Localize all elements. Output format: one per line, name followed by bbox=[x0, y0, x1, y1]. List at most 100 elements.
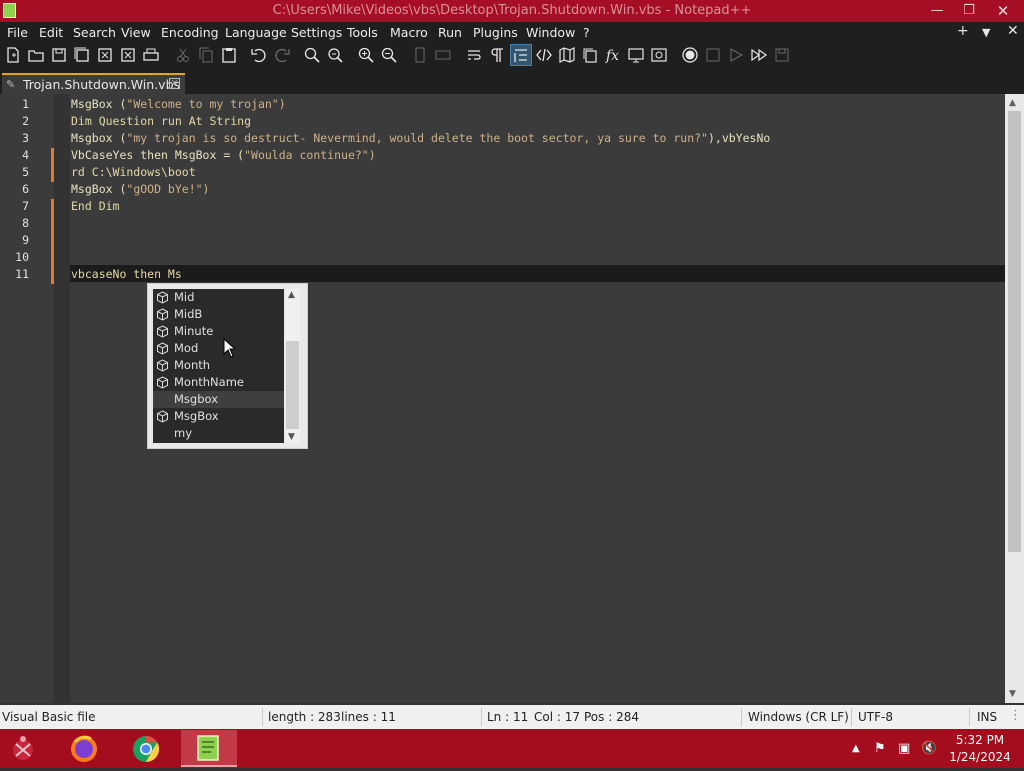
clock-date[interactable]: 1/24/2024 bbox=[940, 750, 1020, 764]
menu-help[interactable]: ? bbox=[583, 25, 590, 40]
current-line-highlight bbox=[70, 265, 1005, 282]
play-macro-icon bbox=[727, 46, 745, 64]
notepadpp-icon[interactable] bbox=[181, 730, 237, 767]
start-icon[interactable] bbox=[4, 730, 42, 767]
status-divider bbox=[262, 708, 263, 726]
minimize-button[interactable]: — bbox=[921, 0, 953, 22]
autocomplete-item[interactable]: MidB bbox=[153, 306, 284, 323]
line-number: 9 bbox=[22, 233, 29, 247]
status-insert-mode[interactable]: INS bbox=[977, 710, 997, 724]
status-eol[interactable]: Windows (CR LF) bbox=[748, 710, 849, 724]
run-macro-multiple-icon[interactable] bbox=[750, 46, 768, 64]
scroll-up-icon[interactable]: ▲ bbox=[288, 290, 295, 300]
tab-trojan-shutdown-win-vbs[interactable]: ✎ Trojan.Shutdown.Win.vbs ✕ bbox=[2, 73, 185, 94]
token: Msgbox ( bbox=[71, 131, 127, 145]
menu-encoding[interactable]: Encoding bbox=[161, 25, 219, 40]
menu-macro[interactable]: Macro bbox=[390, 25, 428, 40]
plus-icon[interactable]: + bbox=[957, 23, 969, 39]
autocomplete-item[interactable]: MsgBox bbox=[153, 408, 284, 425]
function-cube-icon bbox=[157, 325, 168, 338]
new-file-icon[interactable] bbox=[4, 46, 22, 64]
undo-icon[interactable] bbox=[250, 46, 268, 64]
xml-tag-icon[interactable] bbox=[535, 46, 553, 64]
autocomplete-item-label: MidB bbox=[174, 307, 203, 321]
autocomplete-item[interactable]: Minute bbox=[153, 323, 284, 340]
volume-muted-icon[interactable]: 🔇 bbox=[921, 741, 937, 756]
function-list-icon[interactable]: fx bbox=[604, 46, 622, 64]
line-number: 6 bbox=[22, 182, 29, 196]
menu-search[interactable]: Search bbox=[73, 25, 116, 40]
menu-view[interactable]: View bbox=[121, 25, 151, 40]
network-icon[interactable]: ▣ bbox=[898, 741, 910, 756]
tray-overflow-icon[interactable]: ▲ bbox=[852, 743, 860, 754]
token: "gOOD bYe!") bbox=[126, 182, 210, 196]
autocomplete-item[interactable]: MonthName bbox=[153, 374, 284, 391]
function-cube-icon bbox=[157, 376, 168, 389]
document-list-icon[interactable] bbox=[581, 46, 599, 64]
zoom-in-icon[interactable] bbox=[357, 46, 375, 64]
scroll-thumb[interactable] bbox=[286, 341, 299, 429]
firefox-icon[interactable] bbox=[65, 730, 103, 767]
editor-vertical-scrollbar[interactable]: ▲ ▼ bbox=[1005, 94, 1024, 703]
show-all-chars-icon[interactable] bbox=[488, 46, 506, 64]
replace-icon[interactable] bbox=[326, 46, 344, 64]
scroll-down-icon[interactable]: ▼ bbox=[288, 432, 295, 442]
autocomplete-scrollbar[interactable]: ▲ ▼ bbox=[285, 289, 300, 443]
menu-edit[interactable]: Edit bbox=[39, 25, 63, 40]
folder-workspace-icon[interactable] bbox=[627, 46, 645, 64]
autocomplete-item-label: Mid bbox=[174, 290, 195, 304]
close-icon[interactable]: ✕ bbox=[1007, 23, 1019, 39]
save-icon[interactable] bbox=[50, 46, 68, 64]
autocomplete-item[interactable]: Month bbox=[153, 357, 284, 374]
close-tab-icon[interactable]: ✕ bbox=[169, 78, 180, 89]
status-length: length : 283 bbox=[268, 710, 341, 724]
document-map-icon[interactable] bbox=[558, 46, 576, 64]
zoom-out-icon[interactable] bbox=[380, 46, 398, 64]
autocomplete-item[interactable]: Mid bbox=[153, 289, 284, 306]
menu-window[interactable]: Window bbox=[526, 25, 575, 40]
menu-tools[interactable]: Tools bbox=[347, 25, 378, 40]
chevron-down-icon[interactable]: ▼ bbox=[982, 26, 990, 39]
autocomplete-item-label: Mod bbox=[174, 341, 199, 355]
menu-file[interactable]: File bbox=[7, 25, 28, 40]
paste-icon[interactable] bbox=[220, 46, 238, 64]
function-cube-icon bbox=[157, 308, 168, 321]
save-all-icon[interactable] bbox=[73, 46, 91, 64]
close-window-button[interactable]: ✕ bbox=[985, 0, 1021, 22]
close-all-icon[interactable] bbox=[119, 46, 137, 64]
token: "Welcome to my trojan") bbox=[126, 97, 286, 111]
scroll-up-icon[interactable]: ▲ bbox=[1009, 98, 1016, 108]
flag-icon[interactable]: ⚑ bbox=[874, 741, 886, 756]
open-file-icon[interactable] bbox=[27, 46, 45, 64]
autocomplete-item-selected[interactable]: Msgbox bbox=[153, 391, 284, 408]
status-encoding[interactable]: UTF-8 bbox=[858, 710, 893, 724]
monitoring-icon[interactable] bbox=[650, 46, 668, 64]
record-macro-icon[interactable] bbox=[681, 46, 699, 64]
indent-guide-icon[interactable] bbox=[510, 44, 532, 66]
menu-plugins[interactable]: Plugins bbox=[473, 25, 518, 40]
status-divider bbox=[741, 708, 742, 726]
menu-language[interactable]: Language bbox=[225, 25, 287, 40]
autocomplete-item[interactable]: my bbox=[153, 425, 284, 442]
menu-settings[interactable]: Settings bbox=[291, 25, 342, 40]
status-line-number: Ln : 11 bbox=[487, 710, 529, 724]
close-file-icon[interactable] bbox=[96, 46, 114, 64]
resize-grip-icon[interactable]: ⋮ bbox=[1009, 708, 1022, 723]
scroll-thumb[interactable] bbox=[1008, 111, 1021, 552]
token: MsgBox ( bbox=[71, 182, 127, 196]
line-number-gutter: 1 2 3 4 5 6 7 8 9 10 11 bbox=[0, 94, 55, 703]
find-icon[interactable] bbox=[303, 46, 321, 64]
token: VbCaseYes then MsgBox = ( bbox=[71, 148, 245, 162]
maximize-button[interactable]: ❐ bbox=[953, 0, 985, 22]
line-number: 5 bbox=[22, 165, 29, 179]
chrome-icon[interactable] bbox=[127, 730, 165, 767]
clock-time[interactable]: 5:32 PM bbox=[940, 733, 1020, 747]
autocomplete-list: Mid MidB Minute Mod Month MonthName Msgb… bbox=[153, 289, 284, 443]
print-icon[interactable] bbox=[142, 46, 160, 64]
autocomplete-item-label: my bbox=[174, 426, 193, 440]
menu-run[interactable]: Run bbox=[438, 25, 462, 40]
autocomplete-item[interactable]: Mod bbox=[153, 340, 284, 357]
word-wrap-icon[interactable] bbox=[465, 46, 483, 64]
autocomplete-item-label: MsgBox bbox=[174, 409, 219, 423]
scroll-down-icon[interactable]: ▼ bbox=[1009, 689, 1016, 699]
